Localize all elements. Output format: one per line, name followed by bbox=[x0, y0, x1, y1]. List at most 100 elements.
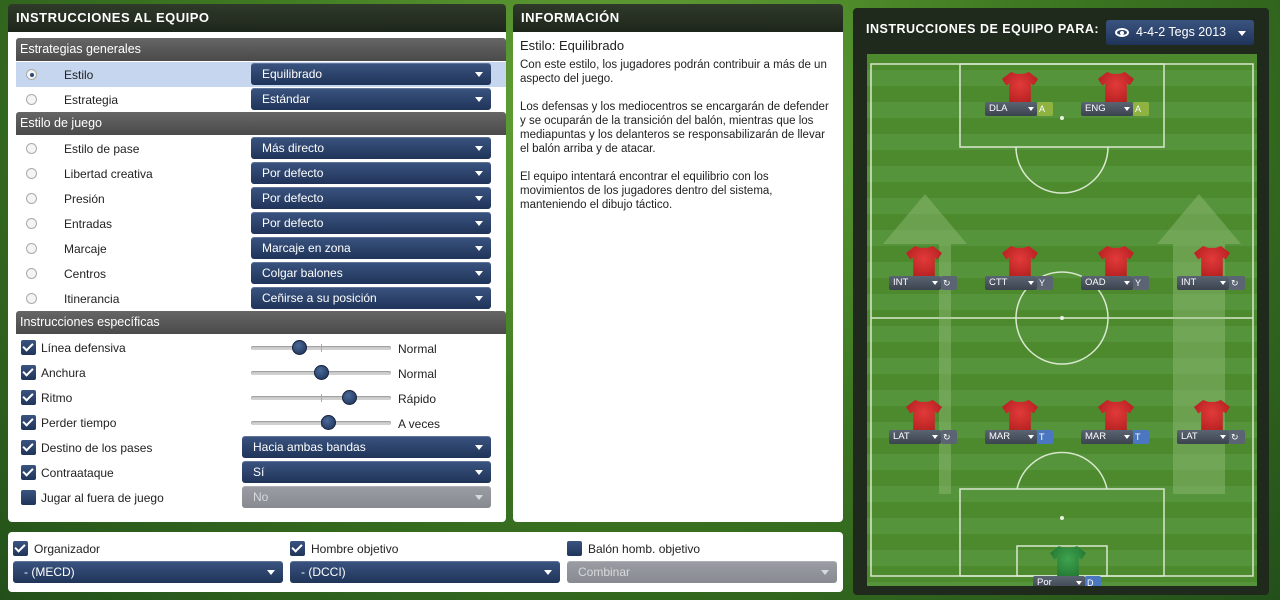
radio-button[interactable] bbox=[26, 218, 37, 229]
radio-button[interactable] bbox=[26, 143, 37, 154]
role-duty-badge[interactable]: ↻ bbox=[1229, 430, 1245, 444]
position-tag[interactable]: INT bbox=[1177, 276, 1229, 290]
slider-value: A veces bbox=[398, 417, 441, 431]
role-duty-badge[interactable]: A bbox=[1133, 102, 1149, 116]
player-marker[interactable]: MAR T bbox=[1081, 400, 1151, 450]
player-marker[interactable]: INT ↻ bbox=[889, 246, 959, 296]
role-duty-badge[interactable]: ↻ bbox=[1229, 276, 1245, 290]
player-marker[interactable]: INT ↻ bbox=[1177, 246, 1247, 296]
slider-knob[interactable] bbox=[342, 390, 357, 405]
slider-track[interactable] bbox=[251, 390, 391, 405]
role-player-dropdown[interactable]: - (MECD) bbox=[13, 561, 283, 583]
checkbox[interactable] bbox=[21, 390, 36, 405]
role-duty-badge[interactable]: D bbox=[1085, 576, 1101, 586]
slider-knob[interactable] bbox=[321, 415, 336, 430]
checkbox[interactable] bbox=[21, 440, 36, 455]
position-tag[interactable]: MAR bbox=[985, 430, 1037, 444]
play-style-dropdown-value: Por defecto bbox=[262, 191, 324, 205]
role-label: Organizador bbox=[34, 542, 101, 556]
player-marker[interactable]: Por D bbox=[1033, 546, 1103, 586]
slider-track[interactable] bbox=[251, 340, 391, 355]
role-player-dropdown-value: - (DCCI) bbox=[301, 565, 346, 579]
checkbox[interactable] bbox=[21, 465, 36, 480]
radio-button[interactable] bbox=[26, 168, 37, 179]
checkbox[interactable] bbox=[21, 490, 36, 505]
eye-icon bbox=[1115, 28, 1129, 37]
position-tag[interactable]: OAD bbox=[1081, 276, 1133, 290]
position-tag[interactable]: LAT bbox=[1177, 430, 1229, 444]
checkbox[interactable] bbox=[21, 340, 36, 355]
player-marker[interactable]: MAR T bbox=[985, 400, 1055, 450]
formation-selector[interactable]: 4-4-2 Tegs 2013 bbox=[1106, 20, 1254, 45]
slider-track[interactable] bbox=[251, 365, 391, 380]
shirt-icon bbox=[1194, 400, 1230, 432]
play-style-dropdown[interactable]: Ceñirse a su posición bbox=[251, 287, 491, 309]
position-tag[interactable]: LAT bbox=[889, 430, 941, 444]
play-style-label: Libertad creativa bbox=[64, 167, 153, 181]
player-marker[interactable]: DLA A bbox=[985, 72, 1055, 122]
play-style-dropdown[interactable]: Por defecto bbox=[251, 212, 491, 234]
radio-button[interactable] bbox=[26, 243, 37, 254]
strategy-dropdown[interactable]: Equilibrado bbox=[251, 63, 491, 85]
role-checkbox[interactable] bbox=[567, 541, 582, 556]
radio-button[interactable] bbox=[26, 69, 37, 80]
role-checkbox[interactable] bbox=[13, 541, 28, 556]
radio-button[interactable] bbox=[26, 293, 37, 304]
chevron-down-icon bbox=[475, 221, 483, 226]
slider-row: Línea defensiva Normal bbox=[16, 335, 506, 360]
position-label: CTT bbox=[989, 277, 1008, 288]
slider-value: Normal bbox=[398, 342, 437, 356]
position-tag[interactable]: MAR bbox=[1081, 430, 1133, 444]
play-style-dropdown-value: Colgar balones bbox=[262, 266, 343, 280]
role-duty-badge[interactable]: A bbox=[1037, 102, 1053, 116]
role-checkbox[interactable] bbox=[290, 541, 305, 556]
radio-button[interactable] bbox=[26, 268, 37, 279]
radio-button[interactable] bbox=[26, 193, 37, 204]
role-duty-badge[interactable]: T bbox=[1037, 430, 1053, 444]
role-duty-badge[interactable]: Y bbox=[1133, 276, 1149, 290]
role-duty-badge[interactable]: T bbox=[1133, 430, 1149, 444]
shirt-icon bbox=[1098, 400, 1134, 432]
role-duty-badge[interactable]: ↻ bbox=[941, 430, 957, 444]
penalty-spot-top bbox=[1060, 116, 1064, 120]
slider-knob[interactable] bbox=[314, 365, 329, 380]
player-marker[interactable]: ENG A bbox=[1081, 72, 1151, 122]
play-style-dropdown[interactable]: Marcaje en zona bbox=[251, 237, 491, 259]
play-style-header: Estilo de juego bbox=[16, 112, 506, 135]
role-duty-badge[interactable]: Y bbox=[1037, 276, 1053, 290]
play-style-dropdown[interactable]: Más directo bbox=[251, 137, 491, 159]
strategy-dropdown[interactable]: Estándar bbox=[251, 88, 491, 110]
player-marker[interactable]: OAD Y bbox=[1081, 246, 1151, 296]
checkbox[interactable] bbox=[21, 415, 36, 430]
shirt-icon bbox=[1050, 546, 1086, 578]
checkbox[interactable] bbox=[21, 365, 36, 380]
slider-knob[interactable] bbox=[292, 340, 307, 355]
player-marker[interactable]: LAT ↻ bbox=[889, 400, 959, 450]
position-tag[interactable]: DLA bbox=[985, 102, 1037, 116]
chevron-down-icon bbox=[475, 445, 483, 450]
role-player-dropdown[interactable]: - (DCCI) bbox=[290, 561, 560, 583]
pitch-panel: INSTRUCCIONES DE EQUIPO PARA: 4-4-2 Tegs… bbox=[853, 8, 1269, 595]
player-marker[interactable]: CTT Y bbox=[985, 246, 1055, 296]
slider-row: Ritmo Rápido bbox=[16, 385, 506, 410]
info-paragraph-2: Los defensas y los mediocentros se encar… bbox=[520, 101, 829, 155]
team-instructions-title: INSTRUCCIONES AL EQUIPO bbox=[8, 4, 506, 32]
role-duty-badge[interactable]: ↻ bbox=[941, 276, 957, 290]
instruction-dropdown: No bbox=[242, 486, 491, 508]
position-tag[interactable]: CTT bbox=[985, 276, 1037, 290]
instruction-dropdown[interactable]: Hacia ambas bandas bbox=[242, 436, 491, 458]
chevron-down-icon bbox=[475, 171, 483, 176]
pitch-markings bbox=[870, 63, 1254, 577]
instruction-label: Anchura bbox=[41, 366, 86, 380]
slider-track[interactable] bbox=[251, 415, 391, 430]
position-tag[interactable]: INT bbox=[889, 276, 941, 290]
position-tag[interactable]: ENG bbox=[1081, 102, 1133, 116]
play-style-dropdown[interactable]: Por defecto bbox=[251, 162, 491, 184]
instruction-dropdown[interactable]: Sí bbox=[242, 461, 491, 483]
position-tag[interactable]: Por bbox=[1033, 576, 1085, 586]
player-marker[interactable]: LAT ↻ bbox=[1177, 400, 1247, 450]
play-style-dropdown[interactable]: Por defecto bbox=[251, 187, 491, 209]
radio-button[interactable] bbox=[26, 94, 37, 105]
play-style-dropdown[interactable]: Colgar balones bbox=[251, 262, 491, 284]
penalty-spot-bottom bbox=[1060, 516, 1064, 520]
